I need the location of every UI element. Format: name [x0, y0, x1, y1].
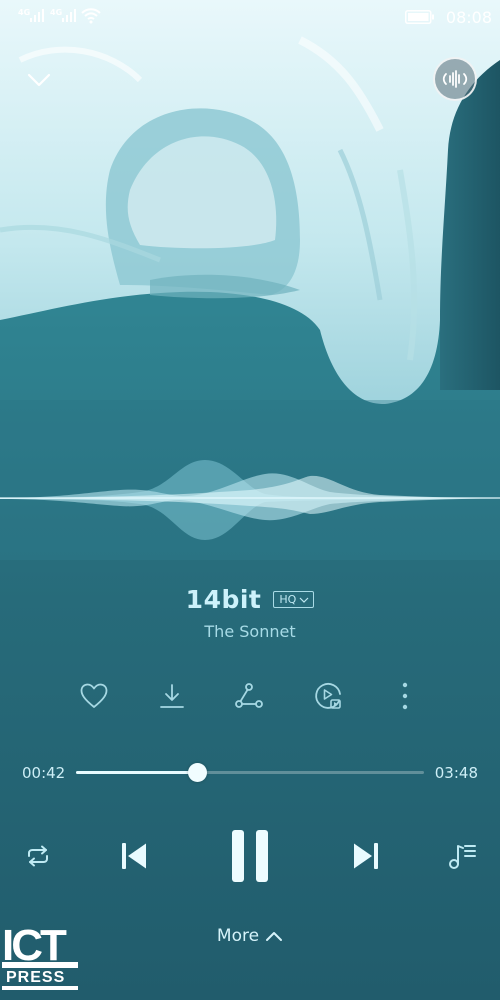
artist-name[interactable]: The Sonnet	[0, 622, 500, 641]
previous-button[interactable]	[112, 828, 156, 884]
waveform-visualizer	[0, 460, 500, 540]
repeat-icon	[28, 845, 48, 867]
quality-selector[interactable]: HQ	[273, 591, 315, 608]
signal-icon	[30, 9, 44, 22]
progress-thumb[interactable]	[188, 763, 208, 782]
pause-icon	[232, 830, 268, 882]
video-play-icon	[315, 682, 341, 709]
video-button[interactable]	[308, 676, 348, 716]
download-icon	[160, 684, 184, 708]
network-type-1: 4G	[18, 8, 31, 17]
heart-icon	[80, 683, 108, 708]
total-time: 03:48	[434, 764, 478, 782]
more-label: More	[216, 926, 260, 946]
svg-text:PRESS: PRESS	[6, 969, 65, 986]
next-icon	[354, 843, 378, 869]
next-button[interactable]	[344, 828, 388, 884]
playlist-button[interactable]	[440, 828, 484, 884]
signal-icon	[62, 9, 76, 22]
share-button[interactable]	[229, 676, 269, 716]
more-options-button[interactable]	[385, 676, 425, 716]
sound-effect-icon	[442, 70, 468, 88]
progress-fill	[76, 771, 198, 774]
current-time: 00:42	[22, 764, 66, 782]
progress-slider[interactable]	[76, 763, 424, 782]
network-type-2: 4G	[50, 8, 63, 17]
clock: 08:08	[445, 8, 492, 27]
collapse-button[interactable]	[22, 66, 56, 94]
playlist-icon	[449, 845, 476, 869]
wifi-icon	[81, 8, 101, 24]
repeat-button[interactable]	[18, 828, 58, 884]
battery-icon	[405, 10, 434, 24]
chevron-down-icon	[299, 597, 309, 603]
song-title: 14bit	[185, 585, 262, 614]
quality-label: HQ	[279, 593, 297, 606]
share-icon	[235, 683, 263, 708]
chevron-up-icon	[266, 931, 283, 941]
song-title-row: 14bit HQ	[0, 585, 500, 614]
watermark-logo: ICT PRESS	[2, 922, 78, 990]
more-vertical-icon	[402, 682, 408, 710]
like-button[interactable]	[74, 676, 114, 716]
chevron-down-icon	[27, 73, 51, 87]
status-bar: 4G 4G 08:08	[0, 0, 500, 34]
pause-button[interactable]	[220, 828, 280, 884]
download-button[interactable]	[152, 676, 192, 716]
previous-icon	[122, 843, 146, 869]
sound-effect-button[interactable]	[433, 57, 477, 101]
